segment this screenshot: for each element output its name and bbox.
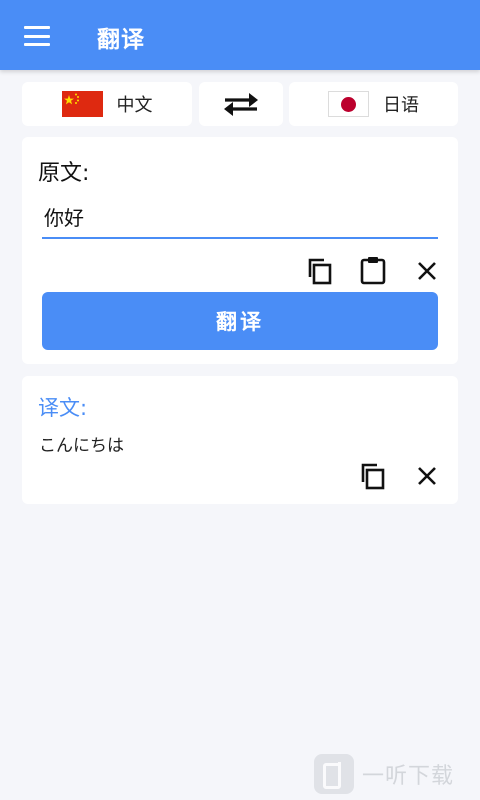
target-language-selector[interactable]: 日语 <box>289 82 458 126</box>
source-heading: 原文: <box>38 161 90 186</box>
source-language-selector[interactable]: 中文 <box>22 82 192 126</box>
result-heading: 译文: <box>38 396 88 420</box>
clear-icon[interactable] <box>412 256 442 286</box>
result-panel: 译文: こんにちは <box>22 376 458 504</box>
translate-button[interactable]: 翻译 <box>42 292 438 350</box>
watermark: 一听下载 <box>314 752 474 796</box>
source-language-label: 中文 <box>116 95 153 116</box>
watermark-text: 一听下载 <box>362 764 455 789</box>
copy-icon[interactable] <box>305 256 335 286</box>
language-bar: 中文 日语 <box>0 82 480 126</box>
result-text: こんにちは <box>39 436 124 456</box>
swap-arrows-icon <box>224 93 258 116</box>
china-flag-icon <box>61 91 103 117</box>
japan-flag-icon <box>328 91 369 117</box>
clear-icon[interactable] <box>412 461 442 491</box>
target-language-label: 日语 <box>383 95 419 116</box>
hamburger-menu-icon[interactable] <box>24 26 50 46</box>
app-title: 翻译 <box>97 27 145 53</box>
source-panel: 原文: 翻译 <box>22 137 458 364</box>
source-text-input[interactable] <box>42 195 438 239</box>
copy-icon[interactable] <box>358 461 388 491</box>
watermark-logo-icon <box>314 754 354 794</box>
paste-icon[interactable] <box>358 255 388 285</box>
swap-languages-button[interactable] <box>199 82 283 126</box>
app-bar: 翻译 <box>0 0 480 70</box>
